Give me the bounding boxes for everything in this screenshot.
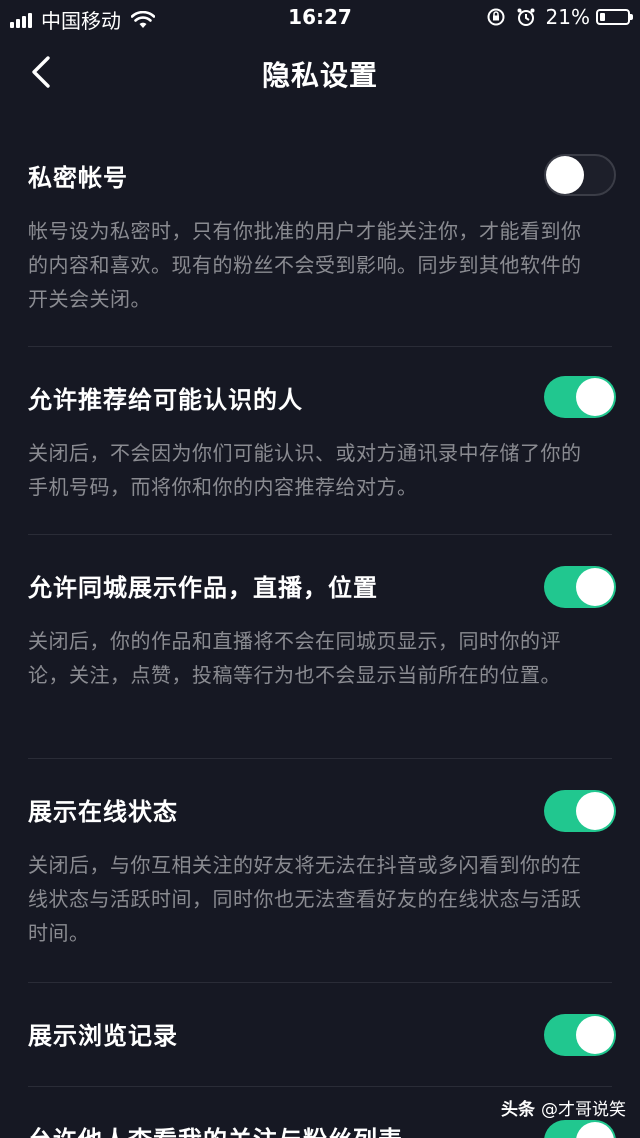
setting-recommend-to-contacts: 允许推荐给可能认识的人 关闭后，不会因为你们可能认识、或对方通讯录中存储了你的手… bbox=[28, 376, 616, 516]
rotation-lock-icon bbox=[487, 8, 505, 26]
setting-online-status: 展示在线状态 关闭后，与你互相关注的好友将无法在抖音或多闪看到你的在线状态与活跃… bbox=[28, 790, 616, 960]
online-status-toggle[interactable] bbox=[544, 790, 616, 832]
same-city-toggle[interactable] bbox=[544, 566, 616, 608]
setting-label: 允许他人查看我的关注与粉丝列表 bbox=[28, 1120, 403, 1138]
watermark-author: @才哥说笑 bbox=[541, 1100, 626, 1120]
setting-description: 帐号设为私密时，只有你批准的用户才能关注你，才能看到你的内容和喜欢。现有的粉丝不… bbox=[28, 219, 582, 311]
page-title: 隐私设置 bbox=[261, 59, 378, 92]
setting-label: 允许推荐给可能认识的人 bbox=[28, 386, 303, 414]
setting-label: 展示浏览记录 bbox=[28, 1022, 178, 1050]
setting-browse-history: 展示浏览记录 bbox=[28, 1014, 616, 1064]
status-right: 21% bbox=[486, 5, 633, 29]
battery-percent: 21% bbox=[545, 5, 590, 29]
setting-description: 关闭后，与你互相关注的好友将无法在抖音或多闪看到你的在线状态与活跃时间，同时你也… bbox=[28, 853, 582, 945]
setting-follow-list: 允许他人查看我的关注与粉丝列表 bbox=[28, 1120, 616, 1138]
status-bar: 中国移动 16:27 21% bbox=[0, 0, 640, 36]
setting-description: 关闭后，不会因为你们可能认识、或对方通讯录中存储了你的手机号码，而将你和你的内容… bbox=[28, 441, 582, 499]
watermark-source: 头条 bbox=[501, 1100, 535, 1120]
setting-description: 关闭后，你的作品和直播将不会在同城页显示，同时你的评论，关注，点赞，投稿等行为也… bbox=[28, 629, 561, 687]
browse-history-toggle[interactable] bbox=[544, 1014, 616, 1056]
divider bbox=[28, 534, 612, 535]
follow-list-toggle[interactable] bbox=[544, 1120, 616, 1138]
toggle-knob bbox=[576, 792, 614, 830]
battery-fill bbox=[600, 13, 605, 21]
toggle-knob bbox=[546, 156, 584, 194]
divider bbox=[28, 758, 612, 759]
nav-bar: 隐私设置 bbox=[0, 40, 640, 104]
toggle-knob bbox=[576, 1016, 614, 1054]
setting-label: 允许同城展示作品，直播，位置 bbox=[28, 574, 378, 602]
toggle-knob bbox=[576, 378, 614, 416]
setting-private-account: 私密帐号 帐号设为私密时，只有你批准的用户才能关注你，才能看到你的内容和喜欢。现… bbox=[28, 152, 616, 332]
divider bbox=[28, 982, 612, 983]
divider bbox=[28, 346, 612, 347]
setting-label: 展示在线状态 bbox=[28, 798, 178, 826]
alarm-icon bbox=[517, 8, 535, 26]
toggle-knob bbox=[576, 1122, 614, 1138]
setting-same-city: 允许同城展示作品，直播，位置 关闭后，你的作品和直播将不会在同城页显示，同时你的… bbox=[28, 566, 616, 736]
watermark: 头条 @才哥说笑 bbox=[501, 1095, 626, 1120]
setting-label: 私密帐号 bbox=[28, 164, 128, 192]
private-account-toggle[interactable] bbox=[544, 154, 616, 196]
divider bbox=[28, 1086, 612, 1087]
battery-icon bbox=[596, 9, 633, 25]
toggle-knob bbox=[576, 568, 614, 606]
recommend-toggle[interactable] bbox=[544, 376, 616, 418]
